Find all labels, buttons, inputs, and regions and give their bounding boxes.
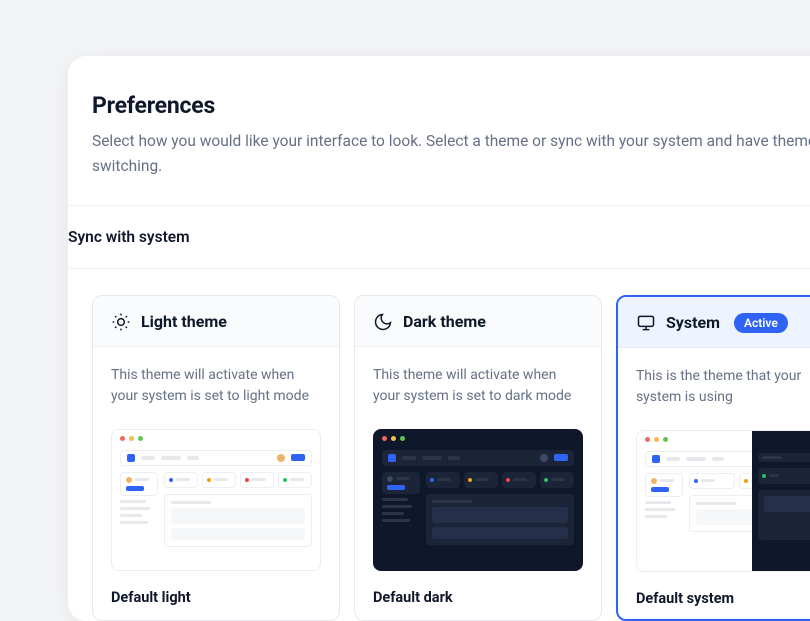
card-title: Light theme [141, 312, 227, 331]
card-title: Dark theme [403, 312, 486, 331]
theme-cards: Light theme This theme will activate whe… [68, 269, 810, 621]
card-header: System Active [618, 297, 810, 348]
theme-card-dark[interactable]: Dark theme This theme will activate when… [354, 295, 602, 621]
moon-icon [373, 312, 393, 332]
page-subtitle: Select how you would like your interface… [92, 129, 810, 179]
card-description: This theme will activate when your syste… [111, 365, 321, 411]
preferences-panel: Preferences Select how you would like yo… [68, 56, 810, 621]
theme-option-label: Default system [636, 590, 810, 607]
theme-card-system[interactable]: System Active This is the theme that you… [616, 295, 810, 621]
sync-with-system-row[interactable]: Sync with system [68, 206, 810, 268]
theme-card-light[interactable]: Light theme This theme will activate whe… [92, 295, 340, 621]
page-title: Preferences [92, 92, 810, 119]
theme-preview-light [111, 429, 321, 571]
theme-option-label: Default dark [373, 589, 583, 606]
card-header: Dark theme [355, 296, 601, 347]
active-badge: Active [734, 313, 788, 333]
sun-icon [111, 312, 131, 332]
theme-option-label: Default light [111, 589, 321, 606]
sync-with-system-label: Sync with system [68, 228, 190, 246]
card-title: System [666, 313, 720, 332]
theme-preview-system [636, 430, 810, 572]
monitor-icon [636, 313, 656, 333]
card-header: Light theme [93, 296, 339, 347]
card-description: This is the theme that your system is us… [636, 366, 810, 412]
card-description: This theme will activate when your syste… [373, 365, 583, 411]
theme-preview-dark [373, 429, 583, 571]
